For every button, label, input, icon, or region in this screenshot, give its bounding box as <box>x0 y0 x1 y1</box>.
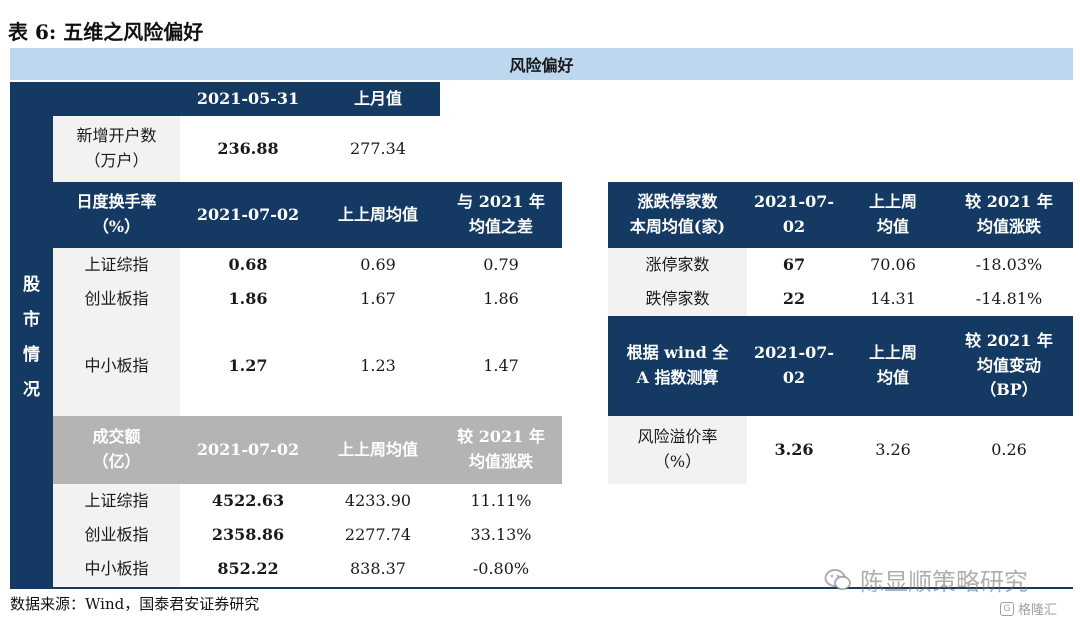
turnover-row-v1: 1.86 <box>228 288 268 308</box>
volume-row-v2: 4233.90 <box>344 490 412 510</box>
accounts-row-label: 新增开户数 （万户） <box>53 116 180 182</box>
turnover-row-v3: 0.79 <box>483 254 519 274</box>
premium-header-avg: 上上周 均值 <box>841 316 945 416</box>
limit-row-v3: -18.03% <box>975 254 1043 274</box>
volume-row-v3: 33.13% <box>470 524 532 544</box>
turnover-header-avg: 上上周均值 <box>316 182 440 248</box>
turnover-row-v3: 1.47 <box>483 355 519 375</box>
volume-row-v3: -0.80% <box>472 559 530 579</box>
logo-watermark: G 格隆汇 <box>1000 599 1057 618</box>
limit-row-label: 跌停家数 <box>608 282 747 316</box>
turnover-row-label: 上证综指 <box>53 248 180 282</box>
premium-header-label: 根据 wind 全 A 指数测算 <box>608 316 747 416</box>
limit-row-v2: 70.06 <box>870 254 916 274</box>
premium-row-v3: 0.26 <box>991 439 1027 459</box>
accounts-header-blank <box>53 82 180 116</box>
premium-row-v1: 3.26 <box>774 439 814 459</box>
premium-row-label: 风险溢价率 （%） <box>608 416 747 484</box>
table-title: 表 6: 五维之风险偏好 <box>8 20 204 44</box>
volume-row-v3: 11.11% <box>470 490 532 510</box>
turnover-header-diff: 与 2021 年 均值之差 <box>440 182 562 248</box>
watermark: 陈显顺策略研究 <box>824 562 1028 597</box>
accounts-header-date: 2021-05-31 <box>180 82 316 116</box>
turnover-row-v3: 1.86 <box>483 288 519 308</box>
volume-row-v1: 4522.63 <box>211 490 285 510</box>
source-note: 数据来源：Wind，国泰君安证券研究 <box>10 595 260 613</box>
turnover-row-v1: 1.27 <box>228 355 268 375</box>
premium-header-date: 2021-07- 02 <box>747 316 841 416</box>
limit-row-label: 涨停家数 <box>608 248 747 282</box>
limit-header-label: 涨跌停家数 本周均值(家) <box>608 182 747 248</box>
side-label-char: 况 <box>23 379 40 400</box>
turnover-row-v2: 1.67 <box>360 288 396 308</box>
volume-row-v1: 852.22 <box>217 559 279 579</box>
limit-row-v2: 14.31 <box>870 288 916 308</box>
turnover-row-label: 中小板指 <box>53 316 180 416</box>
premium-row-v2: 3.26 <box>875 439 911 459</box>
wechat-icon <box>824 568 851 590</box>
accounts-row-current: 236.88 <box>217 138 279 158</box>
section-band: 风险偏好 <box>10 48 1073 80</box>
limit-row-v1: 67 <box>782 254 806 274</box>
volume-row-v2: 2277.74 <box>344 524 412 544</box>
limit-row-v1: 22 <box>782 288 806 308</box>
volume-header-diff: 较 2021 年 均值涨跌 <box>440 416 562 484</box>
volume-row-label: 中小板指 <box>53 552 180 587</box>
turnover-row-v1: 0.68 <box>228 254 268 274</box>
logo-icon: G <box>1000 601 1014 616</box>
volume-row-v1: 2358.86 <box>211 524 285 544</box>
logo-text: 格隆汇 <box>1018 603 1058 618</box>
side-label-char: 股 <box>23 274 40 295</box>
accounts-row-prev: 277.34 <box>350 138 406 158</box>
limit-header-date: 2021-07- 02 <box>747 182 841 248</box>
volume-header-avg: 上上周均值 <box>316 416 440 484</box>
volume-header-date: 2021-07-02 <box>180 416 316 484</box>
turnover-row-v2: 0.69 <box>360 254 396 274</box>
side-label-char: 情 <box>23 344 40 365</box>
limit-header-avg: 上上周 均值 <box>841 182 945 248</box>
turnover-row-v2: 1.23 <box>360 355 396 375</box>
side-label: 股 市 情 况 <box>10 82 53 587</box>
volume-header-label: 成交额 （亿） <box>53 416 180 484</box>
limit-header-diff: 较 2021 年 均值涨跌 <box>945 182 1073 248</box>
volume-row-label: 创业板指 <box>53 518 180 552</box>
accounts-header-prev: 上月值 <box>316 82 440 116</box>
turnover-row-label: 创业板指 <box>53 282 180 316</box>
volume-row-label: 上证综指 <box>53 484 180 518</box>
premium-header-diff: 较 2021 年 均值变动 （BP） <box>945 316 1073 416</box>
side-label-char: 市 <box>23 309 40 330</box>
turnover-header-date: 2021-07-02 <box>180 182 316 248</box>
limit-row-v3: -14.81% <box>975 288 1043 308</box>
volume-row-v2: 838.37 <box>350 559 406 579</box>
turnover-header-label: 日度换手率 （%） <box>53 182 180 248</box>
watermark-text: 陈显顺策略研究 <box>860 568 1028 596</box>
